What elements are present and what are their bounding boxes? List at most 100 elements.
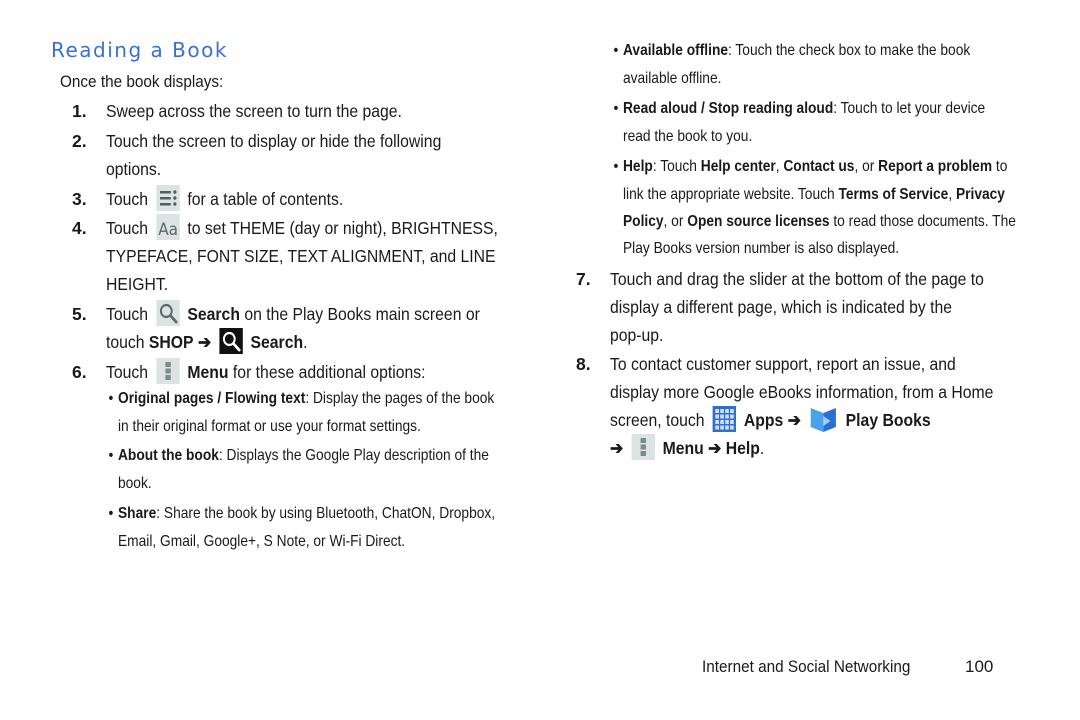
bullet-text-line: Email, Gmail, Google+, S Note, or Wi-Fi … [118,533,406,550]
bullet-text: : Display the pages of the book [305,390,495,407]
bullet-title: Help [623,158,653,175]
arrow-icon: ➔ [610,438,624,458]
bullet-text: , or [854,158,879,175]
bullet-text-line: in their original format or use your for… [118,418,421,435]
bullet-text-line: book. [118,475,152,492]
step-text: Touch and drag the slider at the bottom … [610,269,984,289]
step-number: 6. [72,362,87,382]
bullet-dot: • [108,390,114,407]
step-text: options. [106,159,162,179]
bullet-help: • Help: Touch Help center, Contact us, o… [614,153,1008,181]
page-title: Reading a Book [51,38,228,62]
step-text: To contact customer support, report an i… [610,354,956,374]
step-text: TYPEFACE, FONT SIZE, TEXT ALIGNMENT, and… [106,246,496,266]
touch-label: Touch [106,218,149,238]
touch-label: touch [106,332,145,352]
step-text: Touch Search on the Play Books main scre… [106,300,480,328]
intro-text: Once the book displays: [60,72,224,91]
text-settings-icon: Aa [156,214,180,241]
apps-label: Apps [743,410,784,430]
bullet-read-aloud: • Read aloud / Stop reading aloud: Touch… [614,95,986,123]
arrow-icon: ➔ [708,438,722,458]
help-label: Help [725,438,760,458]
page-number: 100 [965,657,994,676]
bullet-text-line: Play Books version number is also displa… [623,240,900,257]
bullet-text-line: Policy, or Open source licenses to read … [623,208,1016,236]
bullet-text: to read those documents. The [829,213,1016,230]
step-number: 5. [72,304,87,324]
terms-of-service-label: Terms of Service [838,186,949,203]
step-text: for these additional options: [232,362,426,382]
step-text: display more Google eBooks information, … [610,382,994,402]
bullet-dot: • [108,447,114,464]
bullet-text: : Touch the check box to make the book [728,42,971,59]
step-number: 1. [72,101,87,121]
policy-label: Policy [623,213,664,230]
step-number: 7. [576,269,591,289]
bullet-text-line: link the appropriate website. Touch Term… [623,181,1005,209]
bullet-text: , or [663,213,688,230]
step-number: 8. [576,354,591,374]
step-text: touch SHOP ➔ Search. [106,328,307,356]
privacy-label: Privacy [955,186,1005,203]
step-number: 2. [72,131,87,151]
svg-text:Aa: Aa [158,220,178,240]
step-text: screen, touch Apps ➔ Play Books [610,406,931,436]
arrow-icon: ➔ [787,410,801,430]
contact-us-label: Contact us [783,158,855,175]
bullet-dot: • [613,158,619,175]
step-text: ➔ Menu ➔ Help. [610,434,764,462]
step-text: Touch for a table of contents. [106,185,343,213]
bullet-text-line: read the book to you. [623,128,753,145]
help-center-label: Help center [700,158,776,175]
period: . [303,332,308,352]
period: . [759,438,765,458]
step-text: HEIGHT. [106,274,169,294]
arrow-icon: ➔ [197,332,212,352]
step-text: to set THEME (day or night), BRIGHTNESS, [187,218,498,238]
bullet-dot: • [108,505,114,522]
apps-icon [712,406,736,433]
touch-label: Touch [106,189,149,209]
bullet-about-book: • About the book: Displays the Google Pl… [109,442,489,470]
bullet-text: : Touch to let your device [833,100,986,117]
bullet-text: to [992,158,1008,175]
bullet-available-offline: • Available offline: Touch the check box… [614,37,971,65]
step-text: screen, touch [610,410,705,430]
bullet-title: Original pages / Flowing text [118,390,306,407]
step-text: Touch Aa to set THEME (day or night), BR… [106,214,498,242]
menu-icon [631,434,655,461]
bullet-dot: • [613,100,619,117]
search-label: Search [187,304,240,324]
step-text: on the Play Books main screen or [244,304,480,324]
step-text: display a different page, which is indic… [610,297,953,317]
step-number: 3. [72,189,87,209]
touch-label: Touch [106,304,149,324]
step-text: Sweep across the screen to turn the page… [106,101,402,121]
step-number: 4. [72,218,87,238]
step-text: Touch Menu for these additional options: [106,358,426,386]
touch-label: Touch [106,362,149,382]
search-label: Search [250,332,304,352]
bullet-text-line: available offline. [623,70,722,87]
play-books-icon [809,404,838,434]
bullet-title: Available offline [623,42,729,59]
menu-icon [156,358,180,385]
step-text: Touch the screen to display or hide the … [106,131,442,151]
play-books-label: Play Books [845,410,931,430]
bullet-text: : Displays the Google Play description o… [218,447,489,464]
bullet-title: Read aloud / Stop reading aloud [623,100,834,117]
bullet-share: • Share: Share the book by using Bluetoo… [109,500,496,528]
menu-label: Menu [662,438,704,458]
step-text: for a table of contents. [187,189,344,209]
shop-label: SHOP [148,332,194,352]
report-problem-label: Report a problem [878,158,993,175]
bullet-text: link the appropriate website. Touch [623,186,839,203]
step-text: pop-up. [610,325,664,345]
menu-label: Menu [187,362,229,382]
bullet-title: Share [118,505,157,522]
bullet-title: About the book [118,447,219,464]
bullet-text: : Touch [652,158,701,175]
bullet-dot: • [613,42,619,59]
open-source-licenses-label: Open source licenses [687,213,830,230]
